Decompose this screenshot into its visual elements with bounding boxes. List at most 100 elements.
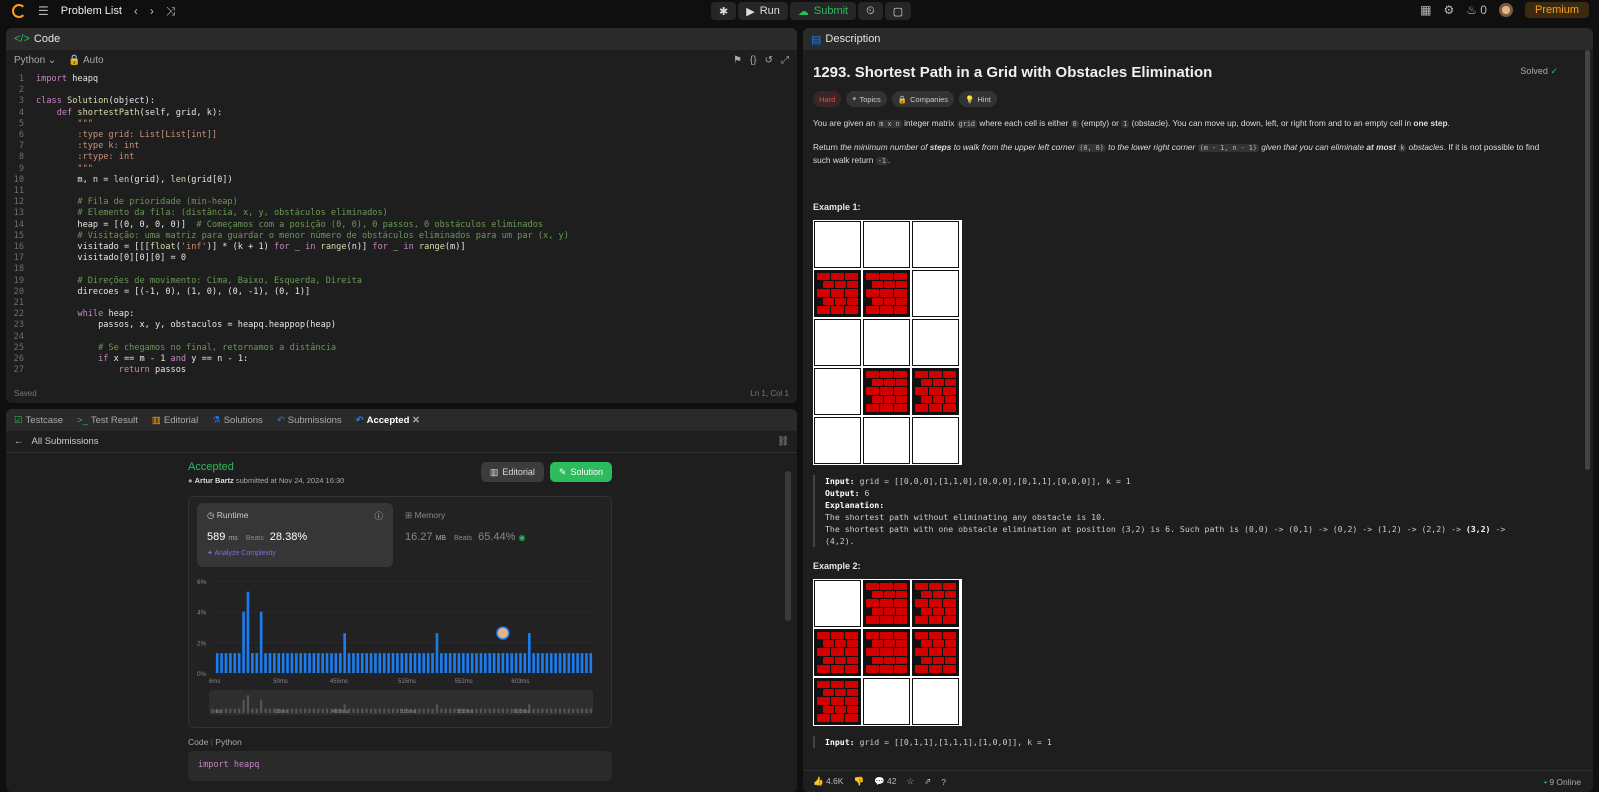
chart-bar[interactable] xyxy=(251,653,254,673)
companies-chip[interactable]: 🔒 Companies xyxy=(891,91,955,107)
run-button[interactable]: ▶ Run xyxy=(738,2,788,20)
prev-problem-icon[interactable]: ‹ xyxy=(134,4,138,18)
memory-box[interactable]: ⊞ Memory 16.27 MB Beats 65.44% ◉ xyxy=(405,503,601,567)
layout-icon[interactable]: ▦ xyxy=(1420,3,1431,17)
chart-bar[interactable] xyxy=(431,653,434,673)
chart-bar[interactable] xyxy=(501,653,505,673)
chart-bar[interactable] xyxy=(448,653,452,673)
debug-button[interactable]: ✱ xyxy=(711,2,737,20)
problem-title[interactable]: 1293. Shortest Path in a Grid with Obsta… xyxy=(813,64,1558,81)
chart-bar[interactable] xyxy=(589,653,593,673)
chart-bar[interactable] xyxy=(224,653,228,673)
user-avatar[interactable] xyxy=(1498,3,1513,17)
chart-bar[interactable] xyxy=(237,653,241,673)
chart-bar[interactable] xyxy=(418,653,421,673)
chart-bar[interactable] xyxy=(396,653,399,673)
chart-bar[interactable] xyxy=(242,611,245,673)
chart-bar[interactable] xyxy=(312,653,316,673)
share-link-icon[interactable]: ⛓ xyxy=(777,436,789,447)
auto-mode-toggle[interactable]: 🔒 Auto xyxy=(68,55,103,66)
submitter-name[interactable]: Artur Bartz xyxy=(195,476,234,485)
chart-bar[interactable] xyxy=(255,653,259,673)
chart-bar[interactable] xyxy=(444,653,448,673)
chart-bar[interactable] xyxy=(404,653,408,673)
chart-bar[interactable] xyxy=(303,653,307,673)
chart-bar[interactable] xyxy=(488,653,492,673)
star-icon[interactable]: ☆ xyxy=(907,776,915,787)
chart-bar[interactable] xyxy=(466,653,470,673)
submitted-code-block[interactable]: import heapq xyxy=(188,751,612,781)
chart-bar[interactable] xyxy=(462,653,465,673)
premium-button[interactable]: Premium xyxy=(1524,2,1589,18)
solution-button[interactable]: ✎ Solution xyxy=(549,462,612,482)
submit-button[interactable]: ☁ Submit xyxy=(789,2,857,20)
chart-bar[interactable] xyxy=(294,653,298,673)
chart-bar[interactable] xyxy=(299,653,303,673)
chart-bar[interactable] xyxy=(259,611,263,673)
chart-bar[interactable] xyxy=(527,633,531,673)
info-icon[interactable]: ⓘ xyxy=(374,510,383,522)
problem-list-link[interactable]: Problem List xyxy=(61,5,122,17)
chart-bar[interactable] xyxy=(400,653,404,673)
shuffle-icon[interactable]: ⤨ xyxy=(166,4,176,19)
description-scrollbar[interactable] xyxy=(1585,50,1590,470)
description-tab-title[interactable]: Description xyxy=(825,33,880,45)
chart-bar[interactable] xyxy=(580,653,584,673)
chart-bar[interactable] xyxy=(475,653,478,673)
chart-bar[interactable] xyxy=(541,653,544,673)
chart-bar[interactable] xyxy=(229,653,232,673)
chart-bar[interactable] xyxy=(435,633,439,673)
chart-bar[interactable] xyxy=(277,653,281,673)
chart-bar[interactable] xyxy=(391,653,395,673)
runtime-box[interactable]: ◷ Runtime ⓘ 589 ms Beats 28.38% ✦ Analyze… xyxy=(197,503,393,567)
problem-list-icon[interactable]: ☰ xyxy=(38,4,49,18)
tab-accepted[interactable]: ↶ Accepted ✕ xyxy=(356,415,420,426)
chart-bar[interactable] xyxy=(585,653,588,673)
chart-bar[interactable] xyxy=(453,653,456,673)
chart-bar[interactable] xyxy=(409,653,412,673)
chart-bar[interactable] xyxy=(246,591,250,673)
next-problem-icon[interactable]: › xyxy=(150,4,154,18)
chart-bar[interactable] xyxy=(338,653,342,673)
streak-fire-icon[interactable]: ♨ 0 xyxy=(1466,3,1487,17)
chart-bar[interactable] xyxy=(273,653,276,673)
topics-chip[interactable]: ⌖ Topics xyxy=(846,91,887,107)
chart-bar[interactable] xyxy=(497,653,500,673)
bookmark-icon[interactable]: ⚑ xyxy=(733,55,742,66)
chart-bar[interactable] xyxy=(365,653,368,673)
chart-bar[interactable] xyxy=(440,653,443,673)
timer-button[interactable]: ⏲ xyxy=(858,2,883,20)
leetcode-logo-icon[interactable] xyxy=(12,4,26,18)
tab-test-result[interactable]: >_ Test Result xyxy=(77,415,138,426)
chart-bar[interactable] xyxy=(514,653,518,673)
analyze-complexity-link[interactable]: ✦ Analyze Complexity xyxy=(207,549,383,557)
chart-bar[interactable] xyxy=(268,653,272,673)
chart-bar[interactable] xyxy=(483,653,487,673)
chart-bar[interactable] xyxy=(510,653,514,673)
expand-icon[interactable]: ⤢ xyxy=(781,55,789,66)
settings-gear-icon[interactable]: ⚙ xyxy=(1443,3,1454,17)
chart-bar[interactable] xyxy=(281,653,285,673)
chart-bar[interactable] xyxy=(387,653,390,673)
chart-bar[interactable] xyxy=(571,653,575,673)
chart-bar[interactable] xyxy=(426,653,430,673)
chart-bar[interactable] xyxy=(549,653,553,673)
chart-bar[interactable] xyxy=(356,653,360,673)
chart-bar[interactable] xyxy=(523,653,527,673)
format-braces-icon[interactable]: {} xyxy=(750,55,757,66)
chart-bar[interactable] xyxy=(457,653,461,673)
chart-bar[interactable] xyxy=(519,653,522,673)
tab-editorial[interactable]: ▥ Editorial xyxy=(152,415,198,426)
all-submissions-link[interactable]: All Submissions xyxy=(32,436,99,447)
reset-icon[interactable]: ↺ xyxy=(765,55,773,66)
tab-submissions[interactable]: ↶ Submissions xyxy=(277,415,342,426)
difficulty-badge[interactable]: Hard xyxy=(813,91,842,107)
chart-bar[interactable] xyxy=(413,653,417,673)
thumbs-down-icon[interactable]: 👎 xyxy=(853,776,864,787)
chart-bar[interactable] xyxy=(347,653,351,673)
chart-bar[interactable] xyxy=(220,653,223,673)
chart-bar[interactable] xyxy=(382,653,386,673)
chart-bar[interactable] xyxy=(308,653,311,673)
chart-bar[interactable] xyxy=(558,653,562,673)
chart-bar[interactable] xyxy=(352,653,355,673)
